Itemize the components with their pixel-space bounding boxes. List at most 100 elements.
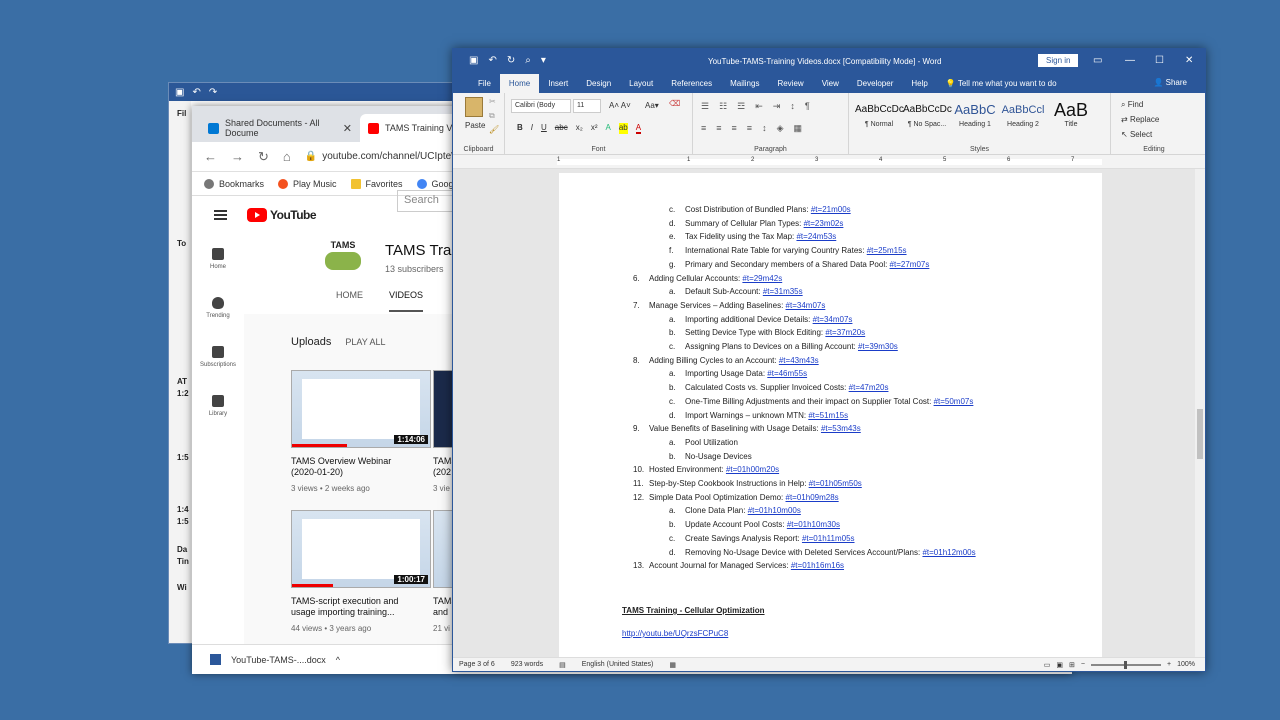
proofing-icon[interactable]: ▤ xyxy=(559,661,566,669)
scrollbar-thumb[interactable] xyxy=(1197,409,1203,459)
timestamp-link[interactable]: #t=39m30s xyxy=(858,342,898,351)
tab-home[interactable]: Home xyxy=(499,74,540,93)
style-no-spacing[interactable]: AaBbCcDc ¶ No Spac... xyxy=(903,95,952,128)
url-field[interactable]: 🔒 youtube.com/channel/UCIpteW_r xyxy=(305,151,470,162)
video-title[interactable]: TAMS-script execution and usage importing… xyxy=(291,596,431,618)
forward-icon[interactable]: → xyxy=(231,149,244,164)
multilevel-list-icon[interactable]: ☲ xyxy=(737,101,745,112)
italic-icon[interactable]: I xyxy=(531,123,533,134)
text-effects-icon[interactable]: A xyxy=(605,123,610,134)
tab-videos[interactable]: VIDEOS xyxy=(389,290,424,312)
font-name-select[interactable]: Calibri (Body xyxy=(511,99,571,113)
format-painter-icon[interactable]: 🖌 xyxy=(489,125,499,134)
timestamp-link[interactable]: #t=47m20s xyxy=(849,383,889,392)
timestamp-link[interactable]: #t=01h12m00s xyxy=(922,548,975,557)
line-spacing-icon[interactable]: ↕ xyxy=(762,123,767,134)
tab-developer[interactable]: Developer xyxy=(848,79,902,93)
tab-layout[interactable]: Layout xyxy=(620,79,662,93)
tab-help[interactable]: Help xyxy=(902,79,936,93)
style-title[interactable]: AaB Title xyxy=(1047,95,1095,128)
strikethrough-icon[interactable]: abc xyxy=(555,123,568,134)
print-preview-icon[interactable]: ⌕ xyxy=(525,55,531,66)
horizontal-ruler[interactable]: 1 1 2 3 4 5 6 7 xyxy=(453,155,1205,169)
reload-icon[interactable]: ↻ xyxy=(258,149,269,165)
tab-file[interactable]: File xyxy=(469,79,500,93)
section-link[interactable]: http://youtu.be/UQrzsFCPuC8 xyxy=(622,629,728,638)
undo-icon[interactable]: ↶ xyxy=(192,87,200,98)
browser-tab-sharepoint[interactable]: Shared Documents - All Docume ✕ xyxy=(200,114,360,142)
zoom-out-icon[interactable]: − xyxy=(1081,661,1085,668)
chevron-up-icon[interactable]: ^ xyxy=(336,655,340,665)
shading-icon[interactable]: ◈ xyxy=(777,123,784,134)
video-thumbnail[interactable]: 1:00:17 xyxy=(291,510,431,588)
macro-icon[interactable]: ▦ xyxy=(669,661,676,669)
align-center-icon[interactable]: ≡ xyxy=(716,123,721,134)
timestamp-link[interactable]: #t=24m53s xyxy=(796,232,836,241)
timestamp-link[interactable]: #t=50m07s xyxy=(934,397,974,406)
download-filename[interactable]: YouTube-TAMS-....docx xyxy=(231,655,326,665)
select-button[interactable]: ↖ Select xyxy=(1121,127,1159,142)
copy-icon[interactable]: ⧉ xyxy=(489,111,495,121)
close-icon[interactable]: ✕ xyxy=(1185,55,1193,66)
paste-icon[interactable] xyxy=(465,97,483,117)
increase-indent-icon[interactable]: ⇥ xyxy=(773,101,781,112)
bookmark-favorites[interactable]: Favorites xyxy=(350,178,403,189)
timestamp-link[interactable]: #t=34m07s xyxy=(813,315,853,324)
style-heading-1[interactable]: AaBbC Heading 1 xyxy=(951,95,999,128)
hamburger-menu-icon[interactable] xyxy=(214,210,227,220)
timestamp-link[interactable]: #t=37m20s xyxy=(825,328,865,337)
bookmark-play-music[interactable]: Play Music xyxy=(278,178,337,189)
tab-references[interactable]: References xyxy=(662,79,721,93)
align-left-icon[interactable]: ≡ xyxy=(701,123,706,134)
timestamp-link[interactable]: #t=29m42s xyxy=(742,274,782,283)
style-normal[interactable]: AaBbCcDc ¶ Normal xyxy=(855,95,904,128)
bookmark-bookmarks[interactable]: Bookmarks xyxy=(204,178,264,189)
print-layout-icon[interactable]: ▣ xyxy=(1056,661,1063,669)
replace-button[interactable]: ⇄ Replace xyxy=(1121,112,1159,127)
zoom-in-icon[interactable]: + xyxy=(1167,661,1171,668)
redo-icon[interactable]: ↷ xyxy=(209,87,217,98)
timestamp-link[interactable]: #t=01h00m20s xyxy=(726,465,779,474)
back-icon[interactable]: ← xyxy=(204,149,217,164)
home-icon[interactable]: ⌂ xyxy=(283,149,291,164)
zoom-level[interactable]: 100% xyxy=(1177,661,1195,668)
timestamp-link[interactable]: #t=01h05m50s xyxy=(809,479,862,488)
tab-home[interactable]: HOME xyxy=(336,290,363,312)
show-marks-icon[interactable]: ¶ xyxy=(805,101,810,112)
customize-qat-icon[interactable]: ▾ xyxy=(541,55,546,66)
timestamp-link[interactable]: #t=25m15s xyxy=(867,246,907,255)
tab-review[interactable]: Review xyxy=(768,79,812,93)
page-count[interactable]: Page 3 of 6 xyxy=(459,661,495,668)
justify-icon[interactable]: ≡ xyxy=(747,123,752,134)
sort-icon[interactable]: ↕ xyxy=(790,101,795,112)
style-heading-2[interactable]: AaBbCcl Heading 2 xyxy=(999,95,1047,128)
find-button[interactable]: ⌕ Find xyxy=(1121,97,1159,112)
numbering-icon[interactable]: ☷ xyxy=(719,101,727,112)
channel-avatar[interactable]: TAMS xyxy=(322,240,364,276)
timestamp-link[interactable]: #t=01h11m05s xyxy=(802,534,855,543)
youtube-logo[interactable]: YouTube xyxy=(247,208,317,222)
timestamp-link[interactable]: #t=46m55s xyxy=(767,369,807,378)
ribbon-display-icon[interactable]: ▭ xyxy=(1093,55,1102,66)
font-color-icon[interactable]: A xyxy=(635,123,642,134)
timestamp-link[interactable]: #t=01h10m30s xyxy=(787,520,840,529)
video-card[interactable]: 1:14:06 TAMS Overview Webinar (2020-01-20… xyxy=(291,370,431,493)
web-layout-icon[interactable]: ⊞ xyxy=(1069,661,1075,669)
timestamp-link[interactable]: #t=31m35s xyxy=(763,287,803,296)
timestamp-link[interactable]: #t=23m02s xyxy=(804,219,844,228)
timestamp-link[interactable]: #t=21m00s xyxy=(811,205,851,214)
video-title[interactable]: TAMS Overview Webinar (2020-01-20) xyxy=(291,456,431,478)
timestamp-link[interactable]: #t=01h10m00s xyxy=(748,506,801,515)
word-count[interactable]: 923 words xyxy=(511,661,543,668)
align-right-icon[interactable]: ≡ xyxy=(732,123,737,134)
minimize-icon[interactable]: — xyxy=(1125,55,1135,66)
timestamp-link[interactable]: #t=43m43s xyxy=(779,356,819,365)
read-mode-icon[interactable]: ▭ xyxy=(1044,661,1051,669)
tab-design[interactable]: Design xyxy=(577,79,620,93)
save-icon[interactable]: ▣ xyxy=(175,87,184,98)
close-icon[interactable]: ✕ xyxy=(343,122,352,135)
document-page[interactable]: TAMS Training - Cellular Optimization ht… xyxy=(559,173,1102,657)
cut-icon[interactable]: ✂ xyxy=(489,97,496,106)
section-link-text[interactable]: http://youtu.be/UQrzsFCPuC8 xyxy=(622,629,728,638)
underline-icon[interactable]: U xyxy=(541,123,547,134)
